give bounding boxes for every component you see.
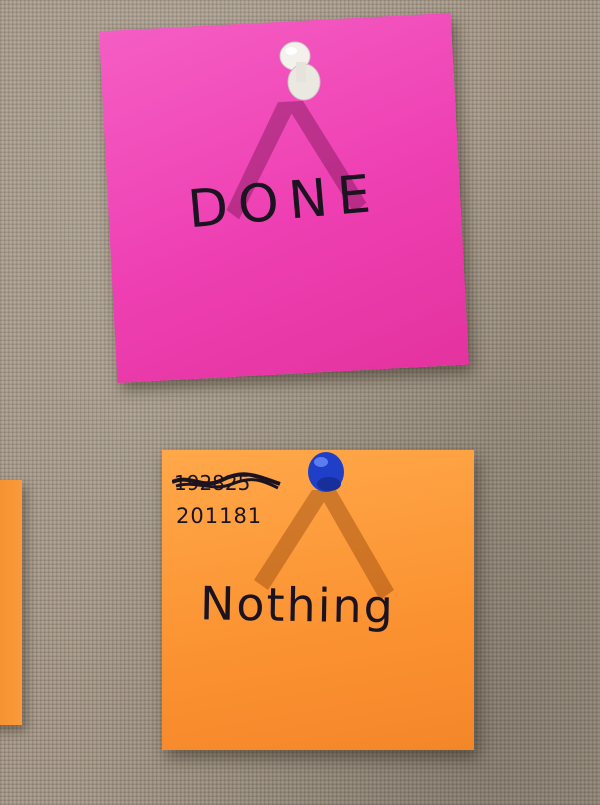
note-number: 201181 bbox=[176, 504, 263, 528]
white-push-pin-icon bbox=[279, 41, 321, 101]
blue-push-pin-icon bbox=[308, 452, 344, 492]
crossed-out-number: 192825 bbox=[172, 471, 281, 495]
note-text-nothing: Nothing bbox=[199, 576, 396, 634]
partial-orange-note bbox=[0, 480, 22, 725]
